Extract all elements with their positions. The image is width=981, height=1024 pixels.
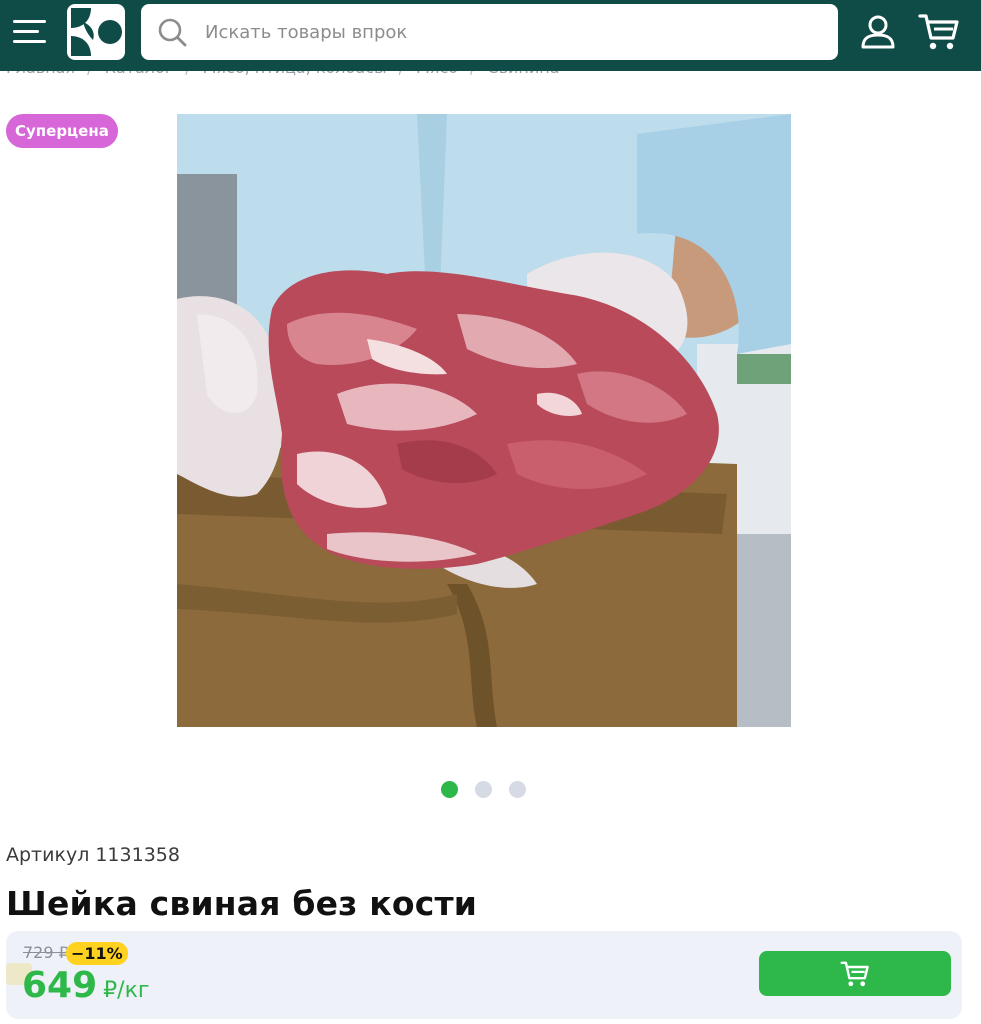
hamburger-menu-icon [13,40,46,43]
superprice-badge: Суперцена [6,114,118,148]
cart-icon [918,14,959,50]
logo[interactable] [67,4,125,60]
logo-icon [71,8,122,56]
old-price: 729 ₽ [23,943,69,962]
user-button[interactable] [860,14,896,50]
product-title: Шейка свиная без кости [6,884,478,923]
carousel-dot-2[interactable] [475,781,492,798]
carousel-dot-1[interactable] [441,781,458,798]
price-unit: ₽/кг [103,978,150,1003]
carousel-dots [441,781,526,798]
discount-badge: −11% [66,942,128,965]
cart-icon [840,961,869,986]
search-bar [141,4,838,60]
add-to-cart-button[interactable] [759,951,951,996]
hamburger-menu-icon [13,20,46,23]
current-price: 649 ₽/кг [22,965,149,1006]
hamburger-menu-icon [13,30,39,33]
menu-button[interactable] [13,18,47,46]
article-label: Артикул [6,844,90,866]
price-value: 649 [22,965,98,1006]
search-icon[interactable] [157,17,187,47]
carousel-dot-3[interactable] [509,781,526,798]
price-panel: 729 ₽ −11% 649 ₽/кг [6,931,962,1019]
product-image[interactable] [177,114,791,727]
user-icon [861,15,895,49]
product-photo-illustration [177,114,791,727]
article-number: Артикул 1131358 [6,844,180,866]
article-value: 1131358 [95,844,180,866]
cart-button[interactable] [918,12,960,52]
site-header [0,0,981,71]
search-input[interactable] [203,20,803,44]
